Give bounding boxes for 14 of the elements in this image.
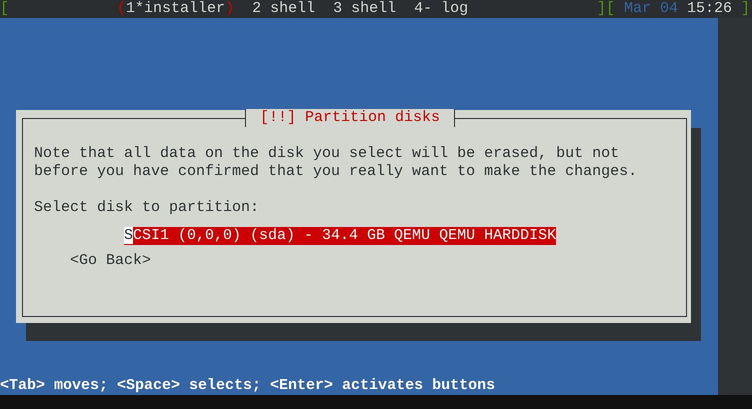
date-text: Mar 04 bbox=[624, 0, 678, 18]
window-tab[interactable]: (1*installer) bbox=[117, 0, 234, 18]
window-tab[interactable]: 2 shell bbox=[252, 0, 316, 18]
go-back-button[interactable]: <Go Back> bbox=[70, 252, 152, 270]
time-text: 15:26 bbox=[686, 0, 732, 18]
window-tab[interactable]: 3 shell bbox=[333, 0, 396, 18]
dialog-title: [!!] Partition disks bbox=[245, 109, 456, 127]
bracket-text: ] bbox=[740, 0, 750, 18]
help-line: <Tab> moves; <Space> selects; <Enter> activates buttons bbox=[0, 377, 496, 395]
prompt-text: Select disk to partition: bbox=[34, 199, 260, 217]
bracket-text: ][ bbox=[596, 0, 615, 18]
warning-message: Note that all data on the disk you select will be erased, but not before you have confirmed that you really want to make the changes. bbox=[34, 145, 638, 181]
bracket-text: [ bbox=[0, 0, 10, 18]
window-tab[interactable]: 4- log bbox=[414, 0, 468, 18]
